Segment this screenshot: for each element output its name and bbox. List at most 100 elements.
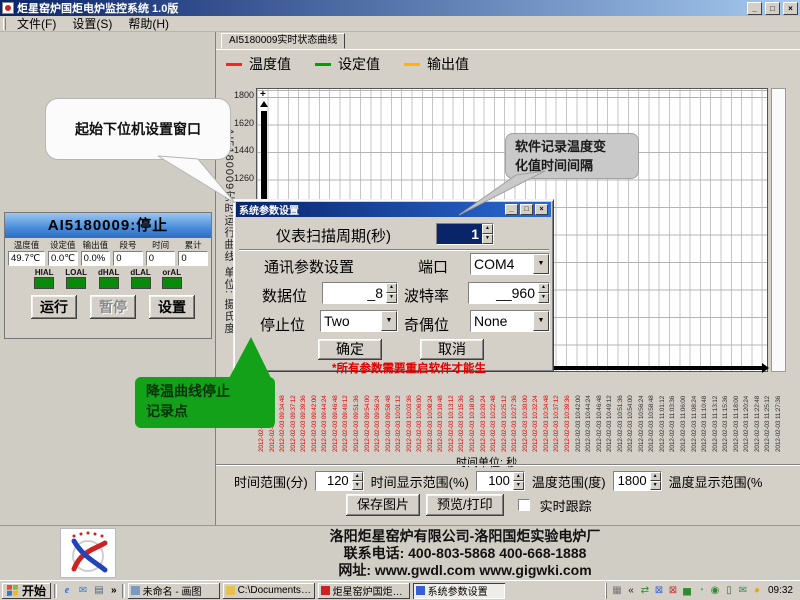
temp-range-stepper[interactable]: 1800 ▲ ▼ (612, 471, 662, 491)
quick-launch-more-chevron[interactable]: » (109, 585, 119, 596)
ie-launch-icon[interactable]: e (60, 584, 74, 598)
volume-muted-icon[interactable]: ⊠ (667, 584, 679, 597)
signal-strength-icon[interactable]: ▅ (681, 584, 693, 597)
parity-dropdown[interactable]: None ▼ (470, 310, 550, 332)
windows-update-icon[interactable]: ◔ (695, 584, 707, 597)
y-tick-label: 1260 (233, 172, 254, 183)
taskbar-task[interactable]: C:\Documents and Se... (222, 582, 315, 599)
company-footer: 洛阳炬星窑炉有限公司-洛阳国炬实验电炉厂 联系电话: 400-803-5868 … (0, 525, 800, 580)
scan-period-value[interactable]: 1 (437, 224, 482, 244)
chart-v-slider-arrow-icon[interactable] (260, 101, 268, 107)
taskbar-task[interactable]: 未命名 - 画图 (127, 582, 220, 599)
device-field-label: 段号 (119, 240, 137, 250)
printer-tray-icon[interactable]: ▦ (611, 584, 623, 597)
spin-down-icon[interactable]: ▼ (386, 293, 397, 303)
taskbar-task[interactable]: 系统参数设置 (412, 582, 505, 599)
device-field-value: 0 (145, 251, 176, 266)
dropdown-arrow-icon[interactable]: ▼ (533, 311, 549, 331)
baud-rate-value[interactable]: __960 (469, 283, 538, 303)
legend-line-swatch (315, 62, 331, 66)
spin-down-icon[interactable]: ▼ (482, 234, 493, 244)
close-button[interactable]: × (783, 1, 798, 15)
time-range-stepper[interactable]: 120 ▲ ▼ (314, 471, 364, 491)
dialog-restore-button[interactable]: □ (520, 204, 533, 215)
messenger-icon[interactable]: ✉ (737, 584, 749, 597)
stop-bits-value[interactable]: Two (321, 311, 381, 331)
live-update-icon[interactable]: ● (751, 584, 763, 597)
device-field: 温度值 49.7℃ (8, 239, 45, 266)
app-icon (2, 2, 14, 14)
dialog-titlebar: 系统参数设置 _ □ × (236, 202, 551, 217)
menu-item[interactable]: 设置(S) (64, 17, 120, 31)
x-tick-label: 2012-02-03 10:54:00 (627, 395, 635, 452)
port-dropdown[interactable]: COM4 ▼ (470, 253, 550, 275)
realtime-track-checkbox[interactable] (517, 499, 530, 511)
time-display-stepper[interactable]: 100 ▲ ▼ (475, 471, 525, 491)
taskbar-task[interactable]: 炬星窑炉国炬电炉监... (317, 582, 410, 599)
run-button[interactable]: 运行 (31, 295, 77, 319)
data-bits-value[interactable]: _8 (323, 283, 386, 303)
collapse-chevron-icon[interactable]: « (625, 584, 637, 597)
preview-print-button[interactable]: 预览/打印 (426, 494, 504, 516)
minimize-button[interactable]: _ (747, 1, 762, 15)
temp-range-value[interactable]: 1800 (614, 472, 650, 490)
x-tick-label: 2012-02-03 10:42:00 (574, 395, 582, 452)
x-tick-label: 2012-02-03 10:03:36 (405, 395, 413, 452)
spin-down-icon[interactable]: ▼ (649, 481, 661, 490)
desktop-launch-icon[interactable]: ▤ (92, 584, 106, 598)
menu-bar: 文件(F) 设置(S) 帮助(H) (0, 16, 800, 32)
time-range-label: 时间范围(分) (234, 474, 308, 490)
dialog-close-button[interactable]: × (535, 204, 548, 215)
legend-line-swatch (404, 62, 420, 66)
cancel-button[interactable]: 取消 (420, 339, 484, 360)
parity-value[interactable]: None (471, 311, 533, 331)
time-display-value[interactable]: 100 (477, 472, 513, 490)
spin-up-icon[interactable]: ▲ (649, 472, 661, 481)
security-shield-icon[interactable]: ◉ (709, 584, 721, 597)
dialog-title: 系统参数设置 (239, 206, 299, 217)
spin-down-icon[interactable]: ▼ (351, 481, 363, 490)
device-fields: 温度值 49.7℃ 设定值 0.0℃ 输出值 0.0% 段号 0 时间 0 累计 0 (5, 238, 211, 266)
spin-down-icon[interactable]: ▼ (538, 293, 549, 303)
tab-realtime-curve[interactable]: AI5180009实时状态曲线 (221, 33, 346, 49)
x-tick-label: 2012-02-03 10:10:48 (437, 395, 445, 452)
spin-down-icon[interactable]: ▼ (512, 481, 524, 490)
baud-rate-stepper[interactable]: __960 ▲ ▼ (468, 282, 550, 304)
device-field: 累计 0 (178, 239, 208, 266)
pause-button[interactable]: 暂停 (90, 295, 136, 319)
start-button[interactable]: 开始 (2, 582, 52, 599)
x-tick-label: 2012-02-03 10:13:12 (447, 395, 455, 452)
scan-period-stepper[interactable]: 1 ▲ ▼ (436, 223, 494, 245)
menu-item[interactable]: 帮助(H) (120, 17, 177, 31)
temp-range-label: 温度范围(度) (531, 474, 606, 490)
data-bits-stepper[interactable]: _8 ▲ ▼ (322, 282, 398, 304)
dialog-minimize-button[interactable]: _ (505, 204, 518, 215)
menu-grip (3, 17, 6, 30)
realtime-track-label: 实时跟踪 (539, 498, 592, 514)
mail-launch-icon[interactable]: ✉ (76, 584, 90, 598)
spin-up-icon[interactable]: ▲ (482, 224, 493, 234)
dropdown-arrow-icon[interactable]: ▼ (381, 311, 397, 331)
sync-icon[interactable]: ⇄ (639, 584, 651, 597)
setup-button[interactable]: 设置 (149, 295, 195, 319)
network-offline-icon[interactable]: ⊠ (653, 584, 665, 597)
save-image-button[interactable]: 保存图片 (346, 494, 421, 516)
spin-up-icon[interactable]: ▲ (386, 283, 397, 293)
x-tick-label: 2012-02-03 11:13:12 (711, 395, 719, 452)
stop-bits-dropdown[interactable]: Two ▼ (320, 310, 398, 332)
spin-up-icon[interactable]: ▲ (351, 472, 363, 481)
spin-up-icon[interactable]: ▲ (538, 283, 549, 293)
restore-button[interactable]: □ (765, 1, 780, 15)
spin-up-icon[interactable]: ▲ (512, 472, 524, 481)
chart-right-scrollbar-track[interactable] (771, 88, 786, 372)
ok-button[interactable]: 确定 (318, 339, 382, 360)
time-range-value[interactable]: 120 (316, 472, 352, 490)
port-value[interactable]: COM4 (471, 254, 533, 274)
chart-legend: 温度值 设定值 输出值 (226, 54, 469, 74)
screen: 炬星窑炉国炬电炉监控系统 1.0版 _ □ × 文件(F) 设置(S) 帮助(H) … (0, 0, 800, 600)
task-icon (130, 586, 140, 595)
dropdown-arrow-icon[interactable]: ▼ (533, 254, 549, 274)
menu-item[interactable]: 文件(F) (9, 17, 64, 31)
x-tick-label: 2012-02-03 09:46:48 (331, 395, 339, 452)
battery-icon[interactable]: ▯ (723, 584, 735, 597)
